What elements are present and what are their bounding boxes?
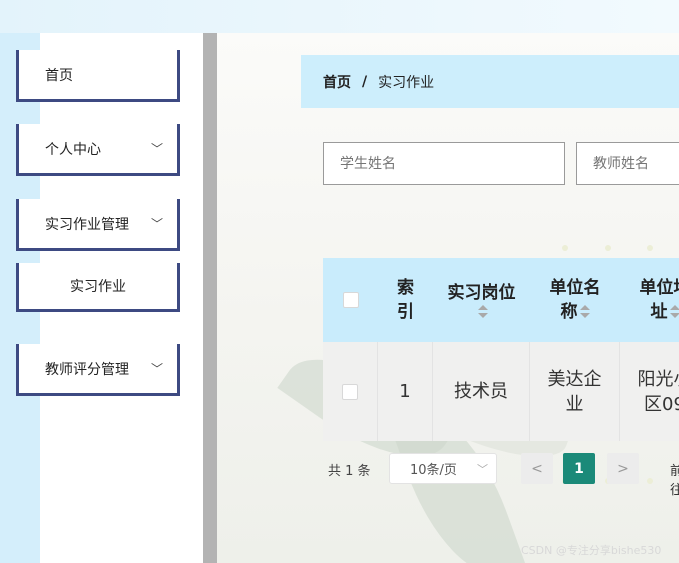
top-bar — [0, 0, 679, 33]
cell-address-line2: 区09 — [644, 393, 679, 415]
header-company-address[interactable]: 单位地 址 — [620, 258, 679, 342]
breadcrumb: 首页 / 实习作业 — [301, 55, 679, 108]
cell-index: 1 — [378, 342, 433, 441]
sidebar-item-internship-homework-management[interactable]: 实习作业管理 ﹀ — [16, 199, 180, 251]
cell-company-name: 美达企 业 — [530, 342, 620, 441]
sort-icon[interactable] — [579, 305, 590, 319]
sort-icon[interactable] — [669, 305, 679, 319]
header-address-line2: 址 — [650, 302, 668, 322]
header-company-name[interactable]: 单位名 称 — [530, 258, 620, 342]
table-row[interactable]: 1 技术员 美达企 业 阳光小 区09 — [323, 342, 679, 441]
sidebar-item-personal-center[interactable]: 个人中心 ﹀ — [16, 124, 180, 176]
select-all-checkbox[interactable] — [342, 292, 359, 308]
sidebar-divider — [203, 33, 217, 563]
header-index-line2: 引 — [397, 302, 414, 322]
sidebar-item-home[interactable]: 首页 — [16, 50, 180, 102]
cell-company-line1: 美达企 — [547, 368, 602, 390]
header-index-line1: 索 — [397, 278, 414, 298]
cell-address-line1: 阳光小 — [637, 368, 679, 390]
breadcrumb-current: 实习作业 — [378, 74, 435, 91]
dot-decoration — [605, 245, 611, 251]
breadcrumb-home[interactable]: 首页 — [323, 72, 351, 92]
sidebar-item-label: 实习作业管理 — [45, 216, 129, 233]
cell-index-value: 1 — [399, 381, 411, 402]
homework-table: 索 引 实习岗位 单位名 称 单位地 址 1 技术员 美达企 业 阳 — [323, 258, 679, 441]
page-number-button[interactable]: 1 — [563, 453, 595, 484]
breadcrumb-separator: / — [362, 73, 368, 90]
pagination-total: 共 1 条 — [328, 464, 371, 479]
sidebar-item-label: 实习作业 — [70, 279, 126, 295]
dot-decoration — [647, 245, 653, 251]
sort-icon[interactable] — [477, 305, 488, 319]
table-header: 索 引 实习岗位 单位名 称 单位地 址 — [323, 258, 679, 342]
pagination-jump-label: 前往 — [670, 464, 679, 498]
header-company-line1: 单位名 — [549, 278, 601, 298]
sidebar-item-teacher-scoring-management[interactable]: 教师评分管理 ﹀ — [16, 344, 180, 396]
sidebar-item-label: 首页 — [45, 67, 73, 84]
header-select-all — [323, 258, 378, 342]
next-page-button[interactable]: > — [607, 453, 639, 484]
header-index: 索 引 — [378, 258, 433, 342]
header-position-label: 实习岗位 — [447, 283, 516, 303]
header-company-line2: 称 — [560, 302, 578, 322]
cell-position-value: 技术员 — [454, 381, 508, 402]
dot-decoration — [562, 245, 568, 251]
page-size-value: 10条/页 — [410, 463, 457, 478]
student-name-input[interactable] — [323, 142, 565, 185]
row-checkbox[interactable] — [342, 383, 358, 400]
sidebar-item-label: 教师评分管理 — [45, 361, 129, 378]
header-address-line1: 单位地 — [639, 278, 679, 298]
watermark: CSDN @专注分享bishe530 — [521, 544, 662, 557]
cell-company-line2: 业 — [565, 393, 584, 415]
header-position[interactable]: 实习岗位 — [433, 258, 530, 342]
chevron-down-icon: ﹀ — [150, 142, 163, 156]
chevron-down-icon: ﹀ — [150, 217, 163, 231]
sidebar-item-label: 个人中心 — [45, 141, 101, 158]
cell-position: 技术员 — [433, 342, 530, 441]
dot-decoration — [647, 478, 653, 484]
page-size-select[interactable]: 10条/页 ﹀ — [389, 453, 497, 484]
cell-company-address: 阳光小 区09 — [620, 342, 679, 441]
row-select — [323, 342, 378, 441]
chevron-down-icon: ﹀ — [477, 462, 488, 476]
chevron-down-icon: ﹀ — [150, 362, 163, 376]
teacher-name-input[interactable] — [576, 142, 679, 185]
sidebar-subitem-internship-homework[interactable]: 实习作业 — [16, 263, 180, 312]
prev-page-button[interactable]: < — [521, 453, 553, 484]
